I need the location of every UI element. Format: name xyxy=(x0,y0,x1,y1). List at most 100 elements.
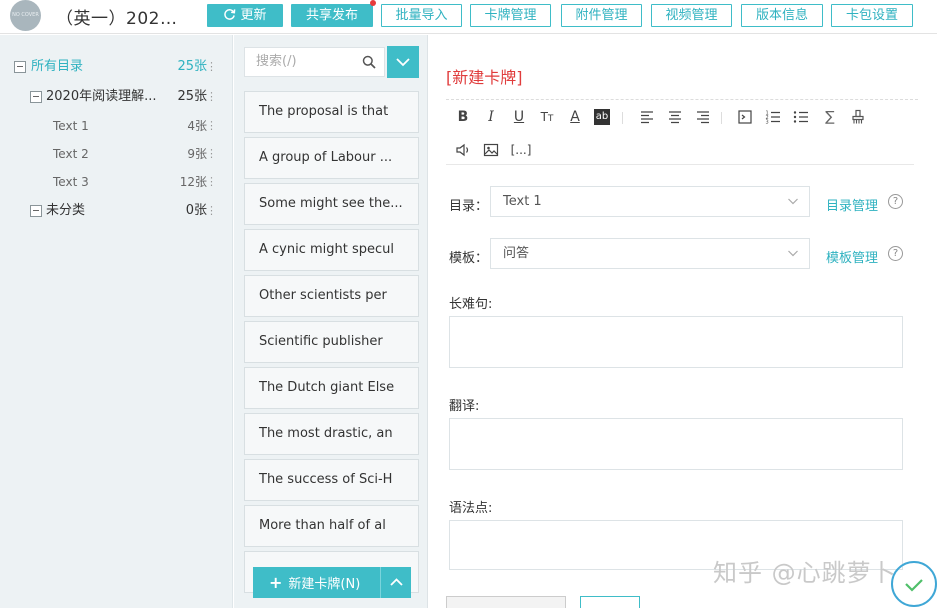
more-icon[interactable]: ⋮ xyxy=(206,199,217,223)
field-label-grammar: 语法点: xyxy=(449,501,493,516)
chevron-up-icon xyxy=(390,578,403,586)
directory-tree: 所有目录 25张 ⋮ 2020年阅读理解... 25张 ⋮ Text 1 4张 … xyxy=(0,35,233,608)
tree-item-uncategorized[interactable]: 未分类 0张 ⋮ xyxy=(0,199,233,223)
batch-import-button[interactable]: 批量导入 xyxy=(381,4,462,27)
field-label-sentence: 长难句: xyxy=(449,297,493,312)
collapse-icon[interactable] xyxy=(14,61,26,73)
tree-item-label: 未分类 xyxy=(46,203,86,218)
version-info-label: 版本信息 xyxy=(755,8,808,23)
chevron-down-icon xyxy=(396,58,410,67)
align-left-icon[interactable] xyxy=(638,108,656,126)
tree-item-count: 9张 xyxy=(187,147,207,161)
align-center-icon[interactable] xyxy=(666,108,684,126)
card-item[interactable]: A group of Labour ... xyxy=(244,137,419,179)
card-item[interactable]: Scientific publisher xyxy=(244,321,419,363)
attachment-manage-button[interactable]: 附件管理 xyxy=(561,4,642,27)
version-info-button[interactable]: 版本信息 xyxy=(741,4,823,27)
tree-item-text3[interactable]: Text 3 12张 ⋮ xyxy=(0,170,233,194)
field-input-sentence[interactable] xyxy=(449,316,903,368)
audio-icon[interactable] xyxy=(454,141,472,159)
italic-icon[interactable]: I xyxy=(482,108,500,126)
cloze-button[interactable]: [...] xyxy=(510,141,532,159)
tree-item-reading-2020[interactable]: 2020年阅读理解... 25张 ⋮ xyxy=(0,85,233,109)
card-manage-label: 卡牌管理 xyxy=(484,8,537,23)
collapse-icon[interactable] xyxy=(30,205,42,217)
tree-item-all[interactable]: 所有目录 25张 ⋮ xyxy=(0,55,233,79)
directory-value: Text 1 xyxy=(503,194,542,209)
toolbar-separator xyxy=(721,112,722,124)
help-icon[interactable]: ? xyxy=(888,246,903,261)
card-manage-button[interactable]: 卡牌管理 xyxy=(470,4,551,27)
preview-button[interactable] xyxy=(580,596,640,608)
avatar-text: NO COVER xyxy=(12,12,39,18)
card-item[interactable]: A cynic might specul xyxy=(244,229,419,271)
bold-icon[interactable]: B xyxy=(454,108,472,126)
deck-settings-button[interactable]: 卡包设置 xyxy=(831,4,913,27)
align-right-icon[interactable] xyxy=(694,108,712,126)
filter-dropdown-button[interactable] xyxy=(387,46,419,78)
help-icon[interactable]: ? xyxy=(888,194,903,209)
tree-item-text2[interactable]: Text 2 9张 ⋮ xyxy=(0,142,233,166)
notification-dot xyxy=(370,0,376,6)
font-color-icon[interactable]: A xyxy=(566,108,584,126)
underline-icon[interactable]: U xyxy=(510,108,528,126)
more-icon[interactable]: ⋮ xyxy=(206,114,217,138)
card-item[interactable]: The Dutch giant Else xyxy=(244,367,419,409)
more-icon[interactable]: ⋮ xyxy=(206,170,217,194)
image-icon[interactable] xyxy=(482,141,500,159)
more-icon[interactable]: ⋮ xyxy=(206,142,217,166)
update-button[interactable]: 更新 xyxy=(207,4,283,27)
new-card-button[interactable]: + 新建卡牌(N) xyxy=(253,567,380,598)
card-item[interactable]: More than half of al xyxy=(244,505,419,547)
field-input-translation[interactable] xyxy=(449,418,903,470)
check-circle-icon[interactable] xyxy=(889,557,937,608)
tree-item-label: 所有目录 xyxy=(31,59,84,74)
more-icon[interactable]: ⋮ xyxy=(206,85,217,109)
video-manage-label: 视频管理 xyxy=(665,8,718,23)
template-label: 模板： xyxy=(449,251,489,266)
tree-item-label: Text 3 xyxy=(53,175,89,189)
clear-format-icon[interactable] xyxy=(849,108,867,126)
card-item[interactable]: The proposal is that xyxy=(244,91,419,133)
card-item[interactable]: The most drastic, an xyxy=(244,413,419,455)
field-label-translation: 翻译: xyxy=(449,399,480,414)
card-item[interactable]: The success of Sci-H xyxy=(244,459,419,501)
deck-cover-avatar[interactable]: NO COVER xyxy=(10,0,41,31)
collapse-icon[interactable] xyxy=(30,91,42,103)
ordered-list-icon[interactable]: 123 xyxy=(764,108,782,126)
divider xyxy=(446,99,918,100)
plus-icon: + xyxy=(269,573,283,592)
tree-item-count: 0张 xyxy=(185,203,207,218)
search-icon[interactable] xyxy=(362,55,376,69)
directory-select[interactable]: Text 1 xyxy=(490,186,810,217)
watermark-text: 知乎 @心跳萝卜 xyxy=(713,559,897,587)
template-manage-link[interactable]: 模板管理 xyxy=(826,247,878,266)
toolbar-separator xyxy=(622,112,623,124)
more-icon[interactable]: ⋮ xyxy=(206,55,217,79)
video-manage-button[interactable]: 视频管理 xyxy=(651,4,732,27)
save-button[interactable] xyxy=(446,596,566,608)
card-item[interactable]: Some might see the... xyxy=(244,183,419,225)
template-value: 问答 xyxy=(503,246,530,261)
tree-item-text1[interactable]: Text 1 4张 ⋮ xyxy=(0,114,233,138)
share-publish-label: 共享发布 xyxy=(305,8,358,23)
tree-item-count: 25张 xyxy=(177,59,207,74)
card-item[interactable]: Other scientists per xyxy=(244,275,419,317)
tree-item-label: Text 1 xyxy=(53,119,89,133)
new-card-label: 新建卡牌(N) xyxy=(288,577,361,592)
card-search-input[interactable]: 搜索(/) xyxy=(244,47,385,77)
code-block-icon[interactable] xyxy=(736,108,754,126)
tree-item-count: 12张 xyxy=(179,175,207,189)
formula-icon[interactable]: ∑ xyxy=(821,108,839,126)
directory-manage-link[interactable]: 目录管理 xyxy=(826,195,878,214)
unordered-list-icon[interactable] xyxy=(792,108,810,126)
new-card-options-button[interactable] xyxy=(380,567,411,598)
chevron-down-icon xyxy=(788,198,798,205)
template-select[interactable]: 问答 xyxy=(490,238,810,269)
editor-title: [新建卡牌] xyxy=(446,68,523,87)
highlight-icon[interactable]: ab xyxy=(594,109,610,125)
text-size-icon[interactable]: TT xyxy=(538,108,556,126)
share-publish-button[interactable]: 共享发布 xyxy=(291,4,373,27)
tree-item-count: 25张 xyxy=(177,89,207,104)
directory-label: 目录： xyxy=(449,199,489,214)
